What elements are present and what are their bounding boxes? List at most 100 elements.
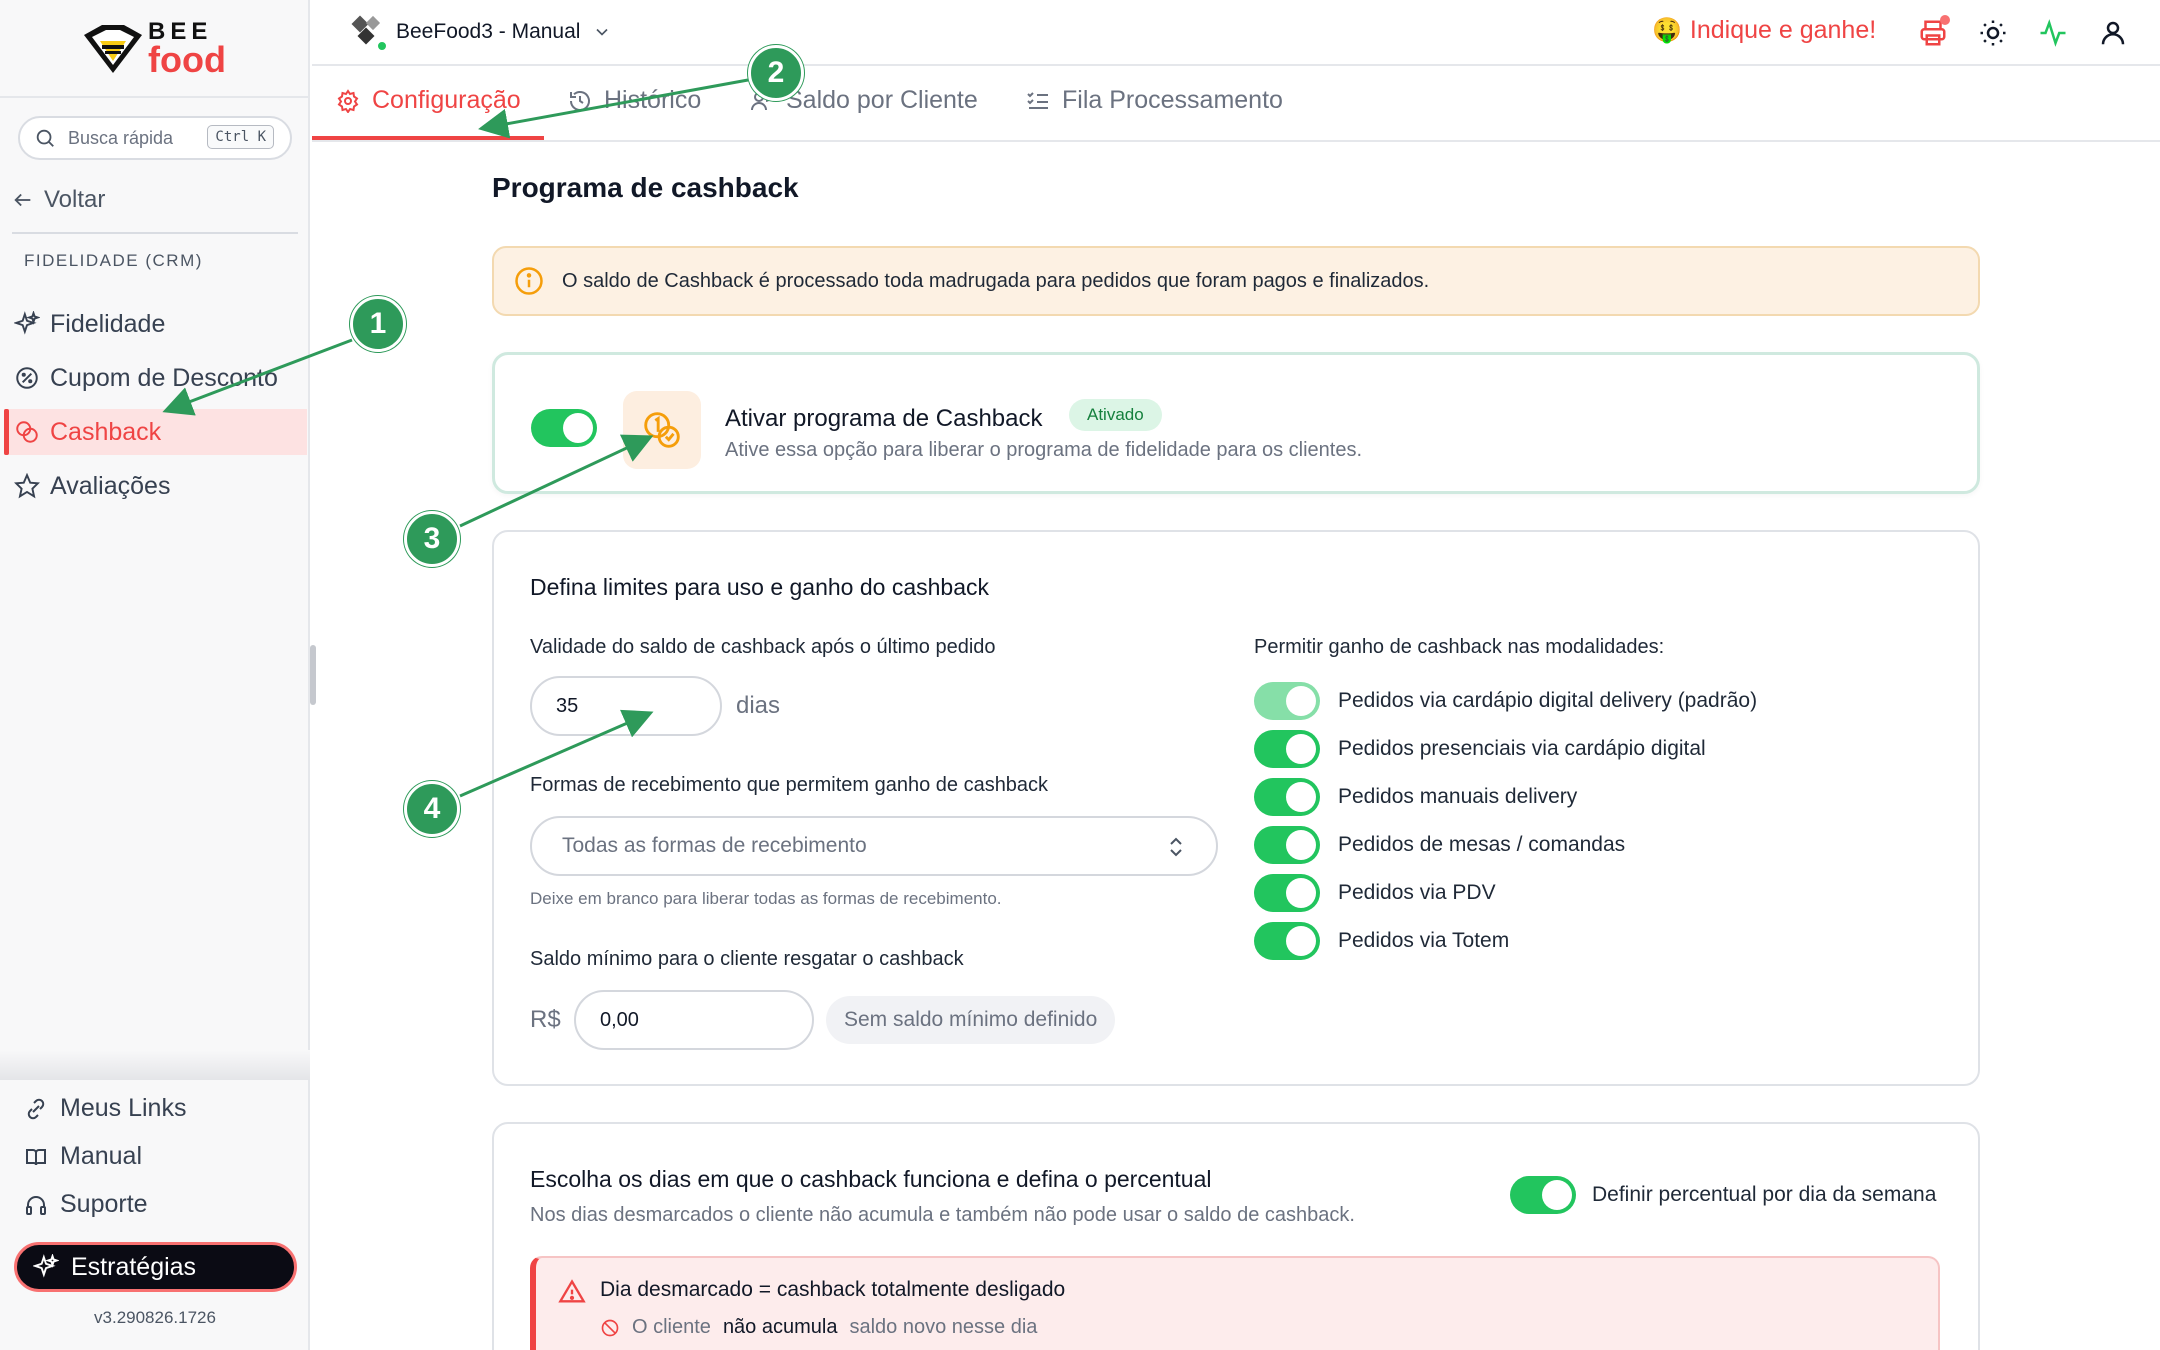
modalities-label: Permitir ganho de cashback nas modalidad… — [1254, 636, 1665, 658]
annotation-marker-4: 4 — [404, 781, 460, 837]
limits-card: Defina limites para uso e ganho do cashb… — [492, 530, 1980, 1086]
store-name: BeeFood3 - Manual — [396, 20, 581, 43]
history-icon — [570, 90, 590, 111]
modality-label: Pedidos via cardápio digital delivery (p… — [1338, 689, 1758, 712]
user-icon — [2101, 21, 2125, 45]
days-card: Escolha os dias em que o cashback funcio… — [492, 1122, 1980, 1350]
footer-item-label: Suporte — [60, 1190, 148, 1218]
sidebar-item-meus-links[interactable]: Meus Links — [24, 1094, 186, 1123]
tab-label: Fila Processamento — [1062, 86, 1283, 114]
link-icon — [27, 1098, 45, 1119]
modality-toggle-delivery-digital[interactable] — [1254, 682, 1320, 720]
sidebar-item-label: Fidelidade — [50, 309, 166, 338]
validity-input[interactable]: 35 — [530, 676, 722, 736]
alert-line-post: saldo novo nesse dia — [849, 1316, 1038, 1338]
tab-label: Configuração — [372, 86, 521, 114]
annotation-marker-2: 2 — [748, 45, 804, 101]
online-status-dot — [376, 40, 388, 52]
discount-icon — [16, 367, 38, 389]
activity-button[interactable] — [2038, 18, 2068, 48]
activate-title: Ativar programa de Cashback — [725, 405, 1043, 432]
info-icon — [515, 267, 543, 295]
beefood-logo[interactable]: BEE food — [80, 20, 240, 78]
user-profile-button[interactable] — [2098, 18, 2128, 48]
referral-link[interactable]: 🤑 Indique e ganhe! — [1652, 16, 1876, 45]
modality-label: Pedidos de mesas / comandas — [1338, 833, 1626, 856]
tab-label: Histórico — [604, 86, 702, 114]
sidebar-item-avaliacoes[interactable]: Avaliações — [4, 463, 307, 509]
modality-label: Pedidos manuais delivery — [1338, 785, 1578, 808]
validity-unit: dias — [736, 692, 781, 719]
activity-icon — [2040, 19, 2066, 47]
alert-line-bold: não acumula — [722, 1316, 838, 1338]
modality-label: Pedidos via PDV — [1338, 881, 1496, 904]
back-button[interactable]: Voltar — [12, 186, 105, 214]
money-face-icon: 🤑 — [1652, 17, 1682, 44]
sidebar-resize-handle[interactable] — [310, 645, 316, 705]
sidebar-item-cashback[interactable]: Cashback — [4, 409, 307, 455]
active-tab-indicator — [312, 136, 544, 140]
coins-icon — [16, 421, 38, 443]
min-balance-input[interactable]: 0,00 — [574, 990, 814, 1050]
referral-label: Indique e ganhe! — [1689, 16, 1877, 44]
activate-description: Ative essa opção para liberar o programa… — [725, 439, 1363, 461]
store-avatar — [350, 14, 388, 52]
modality-toggle-presencial[interactable] — [1254, 730, 1320, 768]
search-placeholder: Busca rápida — [68, 127, 174, 148]
modality-toggle-totem[interactable] — [1254, 922, 1320, 960]
payment-methods-select[interactable]: Todas as formas de recebimento — [530, 816, 1218, 876]
days-title: Escolha os dias em que o cashback funcio… — [530, 1166, 1212, 1192]
modality-toggle-pdv[interactable] — [1254, 874, 1320, 912]
per-day-label: Definir percentual por dia da semana — [1592, 1183, 1937, 1206]
chevron-down-icon — [596, 28, 609, 36]
gear-icon — [337, 88, 359, 113]
footer-item-label: Meus Links — [60, 1094, 187, 1122]
cashback-icon-box — [623, 391, 701, 469]
sidebar-item-label: Cashback — [50, 417, 162, 446]
sidebar-item-cupom[interactable]: Cupom de Desconto — [4, 355, 307, 401]
modality-row: Pedidos via PDV — [1254, 874, 1496, 912]
sidebar-item-fidelidade[interactable]: Fidelidade — [4, 301, 307, 347]
modality-toggle-mesas[interactable] — [1254, 826, 1320, 864]
chevron-up-down-icon — [1170, 837, 1182, 857]
app-version: v3.290826.1726 — [94, 1308, 216, 1327]
tab-label: Saldo por Cliente — [786, 86, 978, 114]
theme-toggle-button[interactable] — [1978, 18, 2008, 48]
modality-row: Pedidos via cardápio digital delivery (p… — [1254, 682, 1757, 720]
alert-line-pre: O cliente — [632, 1316, 711, 1338]
search-icon — [36, 129, 54, 147]
printer-button[interactable] — [1918, 15, 1950, 48]
sidebar-item-label: Avaliações — [50, 471, 171, 500]
logo-food-text: food — [148, 39, 226, 80]
tab-historico[interactable]: Histórico — [568, 86, 701, 115]
sun-icon — [1980, 20, 2006, 46]
bee-logo-icon — [84, 25, 142, 73]
sidebar-item-label: Cupom de Desconto — [50, 363, 278, 392]
sidebar-item-suporte[interactable]: Suporte — [24, 1190, 148, 1219]
sidebar: BEE food Busca rápida Ctrl K Voltar FIDE… — [0, 0, 310, 1350]
quick-search[interactable]: Busca rápida Ctrl K — [18, 116, 292, 160]
alert-title: Dia desmarcado = cashback totalmente des… — [600, 1278, 1066, 1301]
sidebar-divider — [0, 1050, 310, 1080]
activate-cashback-card: Ativar programa de Cashback Ativado Ativ… — [492, 352, 1980, 494]
per-day-percentage-toggle[interactable] — [1510, 1176, 1576, 1214]
currency-prefix: R$ — [530, 1006, 561, 1033]
ban-icon — [601, 1319, 619, 1336]
modality-toggle-manual-delivery[interactable] — [1254, 778, 1320, 816]
headphones-icon — [26, 1195, 46, 1215]
warning-alert: Dia desmarcado = cashback totalmente des… — [530, 1256, 1940, 1350]
sidebar-item-manual[interactable]: Manual — [24, 1142, 142, 1171]
info-banner-text: O saldo de Cashback é processado toda ma… — [562, 269, 1430, 292]
strategies-label: Estratégias — [71, 1252, 197, 1281]
warning-icon — [558, 1279, 586, 1303]
sparkles-icon — [33, 1254, 59, 1278]
search-shortcut: Ctrl K — [207, 125, 274, 149]
payment-methods-placeholder: Todas as formas de recebimento — [562, 834, 867, 857]
store-selector[interactable]: BeeFood3 - Manual — [350, 14, 612, 52]
activate-cashback-toggle[interactable] — [531, 409, 597, 447]
tab-configuracao[interactable]: Configuração — [336, 86, 521, 115]
footer-item-label: Manual — [60, 1142, 142, 1170]
min-balance-value: 0,00 — [600, 1008, 639, 1031]
strategies-button[interactable]: Estratégias — [14, 1242, 297, 1292]
tab-fila-processamento[interactable]: Fila Processamento — [1026, 86, 1283, 115]
